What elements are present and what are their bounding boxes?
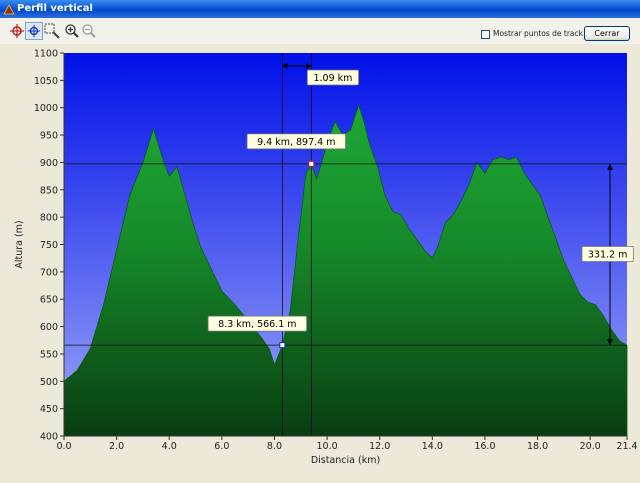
- crosshair-red-icon[interactable]: [8, 22, 26, 40]
- y-tick-label: 700: [40, 267, 58, 278]
- zoom-out-icon[interactable]: [80, 22, 98, 40]
- y-tick-label: 550: [40, 349, 58, 360]
- close-button[interactable]: Cerrar: [584, 26, 630, 41]
- title-bar[interactable]: Perfil vertical: [0, 0, 640, 18]
- x-tick-label: 6.0: [214, 441, 229, 452]
- cursor-1-callout: 8.3 km, 566.1 m: [207, 315, 308, 332]
- profile-window: Perfil vertical Mostrar puntos de track …: [0, 0, 640, 480]
- y-tick-label: 1050: [34, 76, 58, 87]
- y-tick-label: 950: [40, 131, 58, 142]
- y-tick-label: 900: [40, 158, 58, 169]
- y-tick-label: 600: [40, 322, 58, 333]
- x-tick-label: 2.0: [109, 441, 124, 452]
- y-tick-label: 750: [40, 240, 58, 251]
- x-tick-label: 10.0: [317, 441, 338, 452]
- show-points-checkbox[interactable]: [481, 29, 490, 39]
- y-tick-label: 450: [40, 404, 58, 415]
- show-points-label: Mostrar puntos de track: [493, 29, 583, 38]
- y-tick-label: 1000: [34, 103, 58, 114]
- height-callout: 331.2 m: [581, 246, 634, 262]
- y-tick-label: 500: [40, 377, 58, 388]
- show-points-toggle[interactable]: Mostrar puntos de track: [481, 28, 583, 40]
- window-title: Perfil vertical: [17, 3, 93, 14]
- chart-panel: 400 450 500 550 600 650 700 750 800 850 900 950 1000…: [0, 44, 640, 480]
- app-icon: [3, 3, 15, 15]
- cursor-2-callout: 9.4 km, 897.4 m: [246, 133, 346, 150]
- y-tick-label: 850: [40, 185, 58, 196]
- crosshair-blue-icon[interactable]: [25, 22, 43, 40]
- x-tick-label: 4.0: [162, 441, 177, 452]
- x-tick-label: 8.0: [267, 441, 282, 452]
- x-tick-label: 20.0: [580, 441, 601, 452]
- cursor-1-callout-text: 8.3 km, 566.1 m: [218, 319, 296, 330]
- y-tick-label: 400: [40, 432, 58, 443]
- distance-callout-text: 1.09 km: [313, 73, 352, 84]
- cursor-2-marker[interactable]: [308, 160, 315, 167]
- x-tick-label: 21.4: [616, 441, 637, 452]
- zoom-in-icon[interactable]: [63, 22, 81, 40]
- x-tick-label: 14.0: [422, 441, 443, 452]
- x-tick-label: 16.0: [474, 441, 495, 452]
- cursor-1-marker[interactable]: [279, 342, 286, 349]
- cursor-2-callout-text: 9.4 km, 897.4 m: [257, 137, 335, 148]
- y-tick-label: 1100: [34, 49, 58, 60]
- distance-callout: 1.09 km: [306, 69, 359, 86]
- elevation-chart[interactable]: 400 450 500 550 600 650 700 750 800 850 900 950 1000…: [0, 44, 640, 480]
- x-tick-label: 18.0: [527, 441, 548, 452]
- y-tick-label: 800: [40, 213, 58, 224]
- y-tick-label: 650: [40, 295, 58, 306]
- height-callout-text: 331.2 m: [588, 249, 627, 260]
- zoom-select-icon[interactable]: [43, 22, 61, 40]
- x-tick-label: 12.0: [369, 441, 390, 452]
- y-axis-label: Altura (m): [14, 220, 25, 268]
- x-tick-label: 0.0: [56, 441, 71, 452]
- x-axis-label: Distancia (km): [311, 455, 380, 466]
